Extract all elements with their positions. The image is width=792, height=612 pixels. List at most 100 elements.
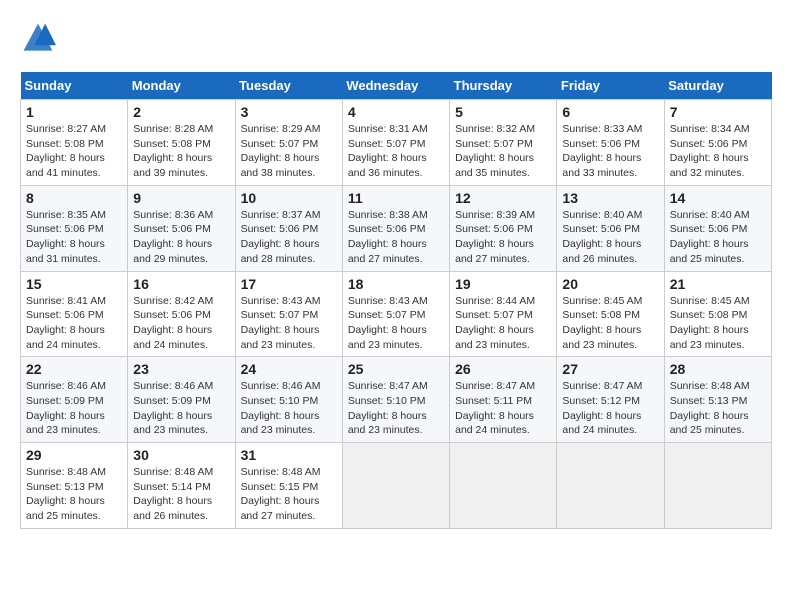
calendar-cell [557,443,664,529]
day-info: Sunrise: 8:46 AMSunset: 5:10 PMDaylight:… [241,379,337,438]
day-info: Sunrise: 8:31 AMSunset: 5:07 PMDaylight:… [348,122,444,181]
calendar-week-row: 22 Sunrise: 8:46 AMSunset: 5:09 PMDayligh… [21,357,772,443]
calendar-cell: 28 Sunrise: 8:48 AMSunset: 5:13 PMDayligh… [664,357,771,443]
calendar-cell: 8Sunrise: 8:35 AMSunset: 5:06 PMDaylight… [21,185,128,271]
calendar-cell: 18Sunrise: 8:43 AMSunset: 5:07 PMDayligh… [342,271,449,357]
logo-icon [20,20,56,56]
calendar-cell: 12 Sunrise: 8:39 AMSunset: 5:06 PMDayligh… [450,185,557,271]
day-info: Sunrise: 8:36 AMSunset: 5:06 PMDaylight:… [133,208,229,267]
calendar-cell: 30Sunrise: 8:48 AMSunset: 5:14 PMDayligh… [128,443,235,529]
calendar-cell: 17 Sunrise: 8:43 AMSunset: 5:07 PMDayligh… [235,271,342,357]
calendar-cell [664,443,771,529]
day-info: Sunrise: 8:48 AMSunset: 5:15 PMDaylight:… [241,465,337,524]
day-number: 6 [562,104,658,120]
day-info: Sunrise: 8:43 AMSunset: 5:07 PMDaylight:… [241,294,337,353]
day-info: Sunrise: 8:45 AMSunset: 5:08 PMDaylight:… [562,294,658,353]
day-info: Sunrise: 8:40 AMSunset: 5:06 PMDaylight:… [562,208,658,267]
calendar-cell: 16 Sunrise: 8:42 AMSunset: 5:06 PMDayligh… [128,271,235,357]
day-number: 9 [133,190,229,206]
day-info: Sunrise: 8:45 AMSunset: 5:08 PMDaylight:… [670,294,766,353]
day-number: 21 [670,276,766,292]
calendar-cell: 4 Sunrise: 8:31 AMSunset: 5:07 PMDaylight… [342,100,449,186]
day-number: 8 [26,190,122,206]
day-number: 1 [26,104,122,120]
day-number: 15 [26,276,122,292]
page-header [20,20,772,56]
calendar-week-row: 1 Sunrise: 8:27 AMSunset: 5:08 PMDaylight… [21,100,772,186]
day-info: Sunrise: 8:41 AMSunset: 5:06 PMDaylight:… [26,294,122,353]
day-info: Sunrise: 8:48 AMSunset: 5:14 PMDaylight:… [133,465,229,524]
calendar-cell: 31 Sunrise: 8:48 AMSunset: 5:15 PMDayligh… [235,443,342,529]
calendar-cell: 23 Sunrise: 8:46 AMSunset: 5:09 PMDayligh… [128,357,235,443]
calendar-week-row: 8Sunrise: 8:35 AMSunset: 5:06 PMDaylight… [21,185,772,271]
calendar-cell: 21 Sunrise: 8:45 AMSunset: 5:08 PMDayligh… [664,271,771,357]
day-number: 19 [455,276,551,292]
calendar-day-header: Wednesday [342,72,449,100]
day-info: Sunrise: 8:47 AMSunset: 5:11 PMDaylight:… [455,379,551,438]
calendar-day-header: Tuesday [235,72,342,100]
calendar-day-header: Friday [557,72,664,100]
day-info: Sunrise: 8:46 AMSunset: 5:09 PMDaylight:… [133,379,229,438]
calendar-cell: 9 Sunrise: 8:36 AMSunset: 5:06 PMDaylight… [128,185,235,271]
day-number: 18 [348,276,444,292]
day-number: 28 [670,361,766,377]
calendar-cell: 13 Sunrise: 8:40 AMSunset: 5:06 PMDayligh… [557,185,664,271]
day-number: 7 [670,104,766,120]
day-number: 13 [562,190,658,206]
calendar-cell: 19 Sunrise: 8:44 AMSunset: 5:07 PMDayligh… [450,271,557,357]
day-number: 25 [348,361,444,377]
day-number: 12 [455,190,551,206]
calendar-cell: 10 Sunrise: 8:37 AMSunset: 5:06 PMDayligh… [235,185,342,271]
calendar-cell: 2Sunrise: 8:28 AMSunset: 5:08 PMDaylight… [128,100,235,186]
day-info: Sunrise: 8:39 AMSunset: 5:06 PMDaylight:… [455,208,551,267]
calendar-cell: 3 Sunrise: 8:29 AMSunset: 5:07 PMDaylight… [235,100,342,186]
calendar-cell: 25 Sunrise: 8:47 AMSunset: 5:10 PMDayligh… [342,357,449,443]
day-info: Sunrise: 8:46 AMSunset: 5:09 PMDaylight:… [26,379,122,438]
calendar-table: SundayMondayTuesdayWednesdayThursdayFrid… [20,72,772,529]
day-number: 2 [133,104,229,120]
calendar-cell: 24Sunrise: 8:46 AMSunset: 5:10 PMDayligh… [235,357,342,443]
calendar-cell: 1 Sunrise: 8:27 AMSunset: 5:08 PMDaylight… [21,100,128,186]
calendar-header-row: SundayMondayTuesdayWednesdayThursdayFrid… [21,72,772,100]
calendar-day-header: Thursday [450,72,557,100]
day-info: Sunrise: 8:32 AMSunset: 5:07 PMDaylight:… [455,122,551,181]
day-number: 4 [348,104,444,120]
day-number: 27 [562,361,658,377]
calendar-cell: 14 Sunrise: 8:40 AMSunset: 5:06 PMDayligh… [664,185,771,271]
day-number: 14 [670,190,766,206]
calendar-day-header: Monday [128,72,235,100]
calendar-cell: 15 Sunrise: 8:41 AMSunset: 5:06 PMDayligh… [21,271,128,357]
calendar-cell: 29 Sunrise: 8:48 AMSunset: 5:13 PMDayligh… [21,443,128,529]
day-number: 16 [133,276,229,292]
day-number: 10 [241,190,337,206]
day-number: 29 [26,447,122,463]
calendar-cell: 5Sunrise: 8:32 AMSunset: 5:07 PMDaylight… [450,100,557,186]
day-number: 22 [26,361,122,377]
day-info: Sunrise: 8:48 AMSunset: 5:13 PMDaylight:… [670,379,766,438]
calendar-day-header: Sunday [21,72,128,100]
day-info: Sunrise: 8:42 AMSunset: 5:06 PMDaylight:… [133,294,229,353]
calendar-day-header: Saturday [664,72,771,100]
day-number: 31 [241,447,337,463]
day-info: Sunrise: 8:44 AMSunset: 5:07 PMDaylight:… [455,294,551,353]
day-info: Sunrise: 8:47 AMSunset: 5:12 PMDaylight:… [562,379,658,438]
calendar-cell: 22 Sunrise: 8:46 AMSunset: 5:09 PMDayligh… [21,357,128,443]
calendar-week-row: 15 Sunrise: 8:41 AMSunset: 5:06 PMDayligh… [21,271,772,357]
calendar-cell [450,443,557,529]
day-number: 23 [133,361,229,377]
calendar-cell: 11 Sunrise: 8:38 AMSunset: 5:06 PMDayligh… [342,185,449,271]
day-info: Sunrise: 8:34 AMSunset: 5:06 PMDaylight:… [670,122,766,181]
day-info: Sunrise: 8:29 AMSunset: 5:07 PMDaylight:… [241,122,337,181]
day-number: 3 [241,104,337,120]
day-number: 17 [241,276,337,292]
day-info: Sunrise: 8:38 AMSunset: 5:06 PMDaylight:… [348,208,444,267]
day-number: 20 [562,276,658,292]
day-info: Sunrise: 8:40 AMSunset: 5:06 PMDaylight:… [670,208,766,267]
day-info: Sunrise: 8:48 AMSunset: 5:13 PMDaylight:… [26,465,122,524]
calendar-cell: 26Sunrise: 8:47 AMSunset: 5:11 PMDayligh… [450,357,557,443]
day-info: Sunrise: 8:27 AMSunset: 5:08 PMDaylight:… [26,122,122,181]
day-info: Sunrise: 8:37 AMSunset: 5:06 PMDaylight:… [241,208,337,267]
day-info: Sunrise: 8:33 AMSunset: 5:06 PMDaylight:… [562,122,658,181]
day-number: 11 [348,190,444,206]
day-info: Sunrise: 8:47 AMSunset: 5:10 PMDaylight:… [348,379,444,438]
